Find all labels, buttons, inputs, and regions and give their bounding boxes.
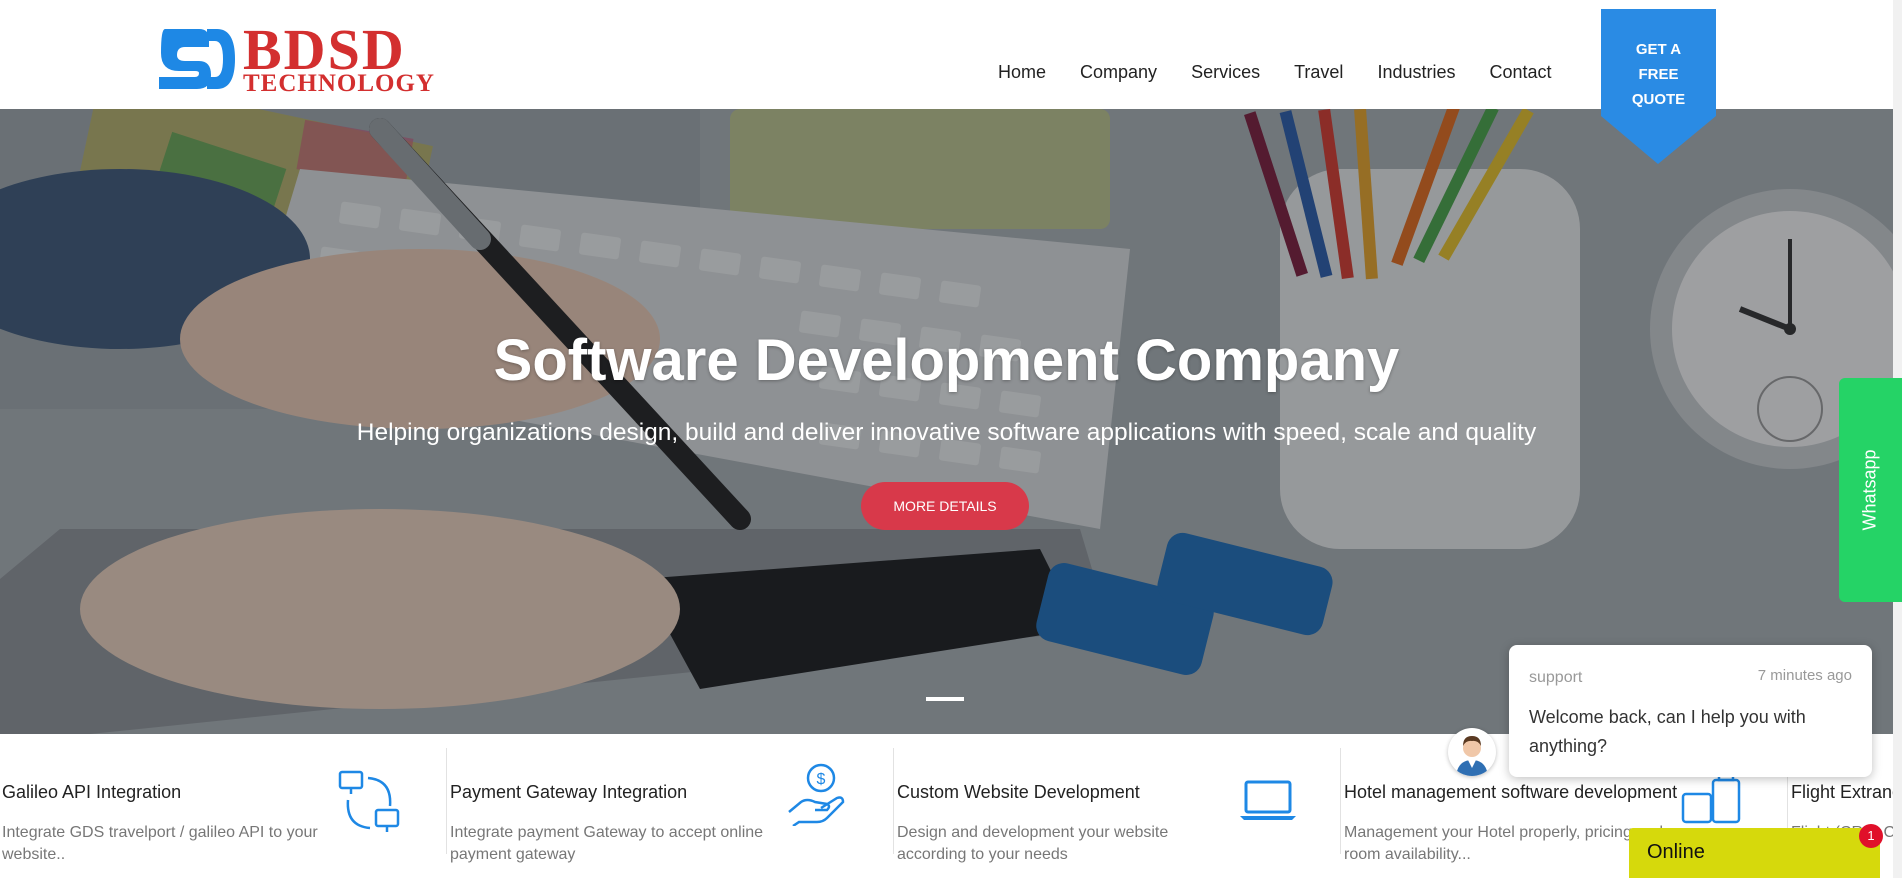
support-avatar[interactable] <box>1448 728 1496 776</box>
hero-banner: Software Development Company Helping org… <box>0 109 1893 734</box>
whatsapp-tab[interactable]: Whatsapp <box>1839 378 1902 602</box>
nav-travel[interactable]: Travel <box>1294 60 1343 84</box>
hand-coin-icon: $ <box>788 763 845 826</box>
chat-status: Online <box>1647 841 1705 863</box>
page: BDSD TECHNOLOGY Home Company Services Tr… <box>0 0 1902 878</box>
chat-time: 7 minutes ago <box>1757 667 1852 684</box>
service-title: Payment Gateway Integration <box>450 782 688 802</box>
hero-title: Software Development Company <box>493 328 1400 393</box>
quote-label: GET A FREE QUOTE <box>1631 41 1686 108</box>
hero-subtitle: Helping organizations design, build and … <box>356 419 1537 446</box>
slider-indicator[interactable] <box>926 697 964 701</box>
service-card[interactable]: Payment Gateway Integration Integrate pa… <box>447 748 894 863</box>
logo[interactable]: BDSD TECHNOLOGY <box>155 17 455 97</box>
service-description: Design and development your website acco… <box>897 824 1169 863</box>
service-title: Flight Extranet <box>1791 782 1902 802</box>
notification-badge: 1 <box>1859 824 1883 848</box>
service-card[interactable]: Galileo API Integration Integrate GDS tr… <box>0 748 447 863</box>
nav-company[interactable]: Company <box>1080 60 1157 84</box>
sync-computers-icon <box>338 770 400 832</box>
service-card[interactable]: Custom Website Development Design and de… <box>894 748 1341 863</box>
chat-message: Welcome back, can I help you with anythi… <box>1529 707 1806 756</box>
service-description: Management your Hotel properly, pricing … <box>1344 824 1663 863</box>
get-quote-button[interactable]: GET A FREE QUOTE <box>1601 9 1716 164</box>
nav-industries[interactable]: Industries <box>1377 60 1455 84</box>
more-details-button[interactable]: MORE DETAILS <box>861 482 1029 530</box>
chat-popup[interactable]: support 7 minutes ago Welcome back, can … <box>1509 645 1872 777</box>
nav-contact[interactable]: Contact <box>1489 60 1551 84</box>
service-title: Hotel management software development <box>1344 782 1678 802</box>
service-description: Integrate payment Gateway to accept onli… <box>450 824 764 863</box>
service-title: Custom Website Development <box>897 782 1140 802</box>
service-title: Galileo API Integration <box>2 782 182 802</box>
nav-home[interactable]: Home <box>998 60 1046 84</box>
main-nav: Home Company Services Travel Industries … <box>998 60 1586 84</box>
chat-sender: support <box>1529 669 1583 686</box>
chat-status-bar[interactable]: Online <box>1629 828 1880 878</box>
laptop-icon <box>1240 780 1296 820</box>
logo-tagline: TECHNOLOGY <box>243 70 435 97</box>
svg-text:$: $ <box>817 771 826 788</box>
logo-mark-icon <box>159 29 235 89</box>
whatsapp-label: Whatsapp <box>1859 449 1880 531</box>
nav-services[interactable]: Services <box>1191 60 1260 84</box>
service-description: Integrate GDS travelport / galileo API t… <box>2 824 318 863</box>
person-icon <box>1456 736 1488 776</box>
